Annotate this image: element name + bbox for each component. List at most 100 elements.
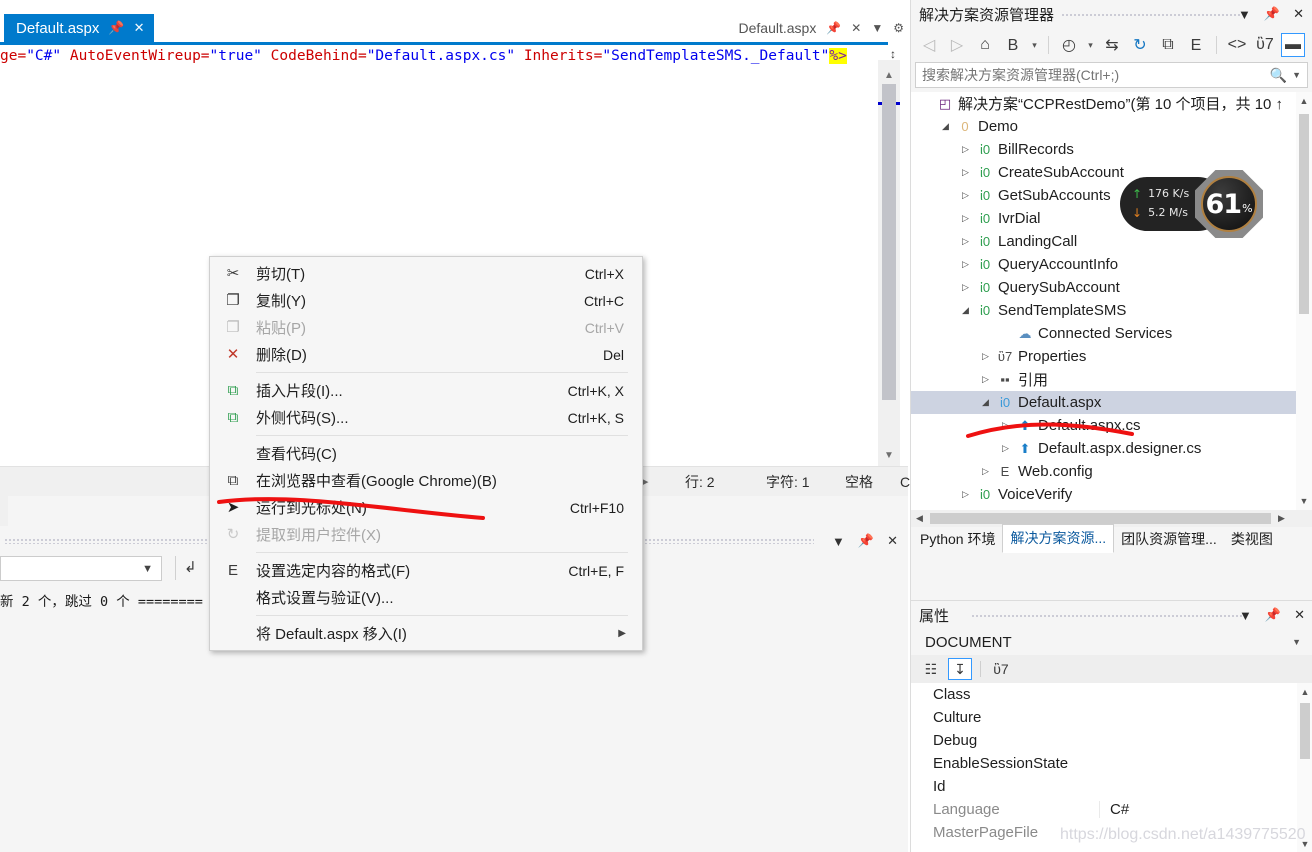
scroll-up-icon[interactable]: ▲ [878,66,900,84]
tree-item[interactable]: ◢ ὜0 Demo [911,115,1312,138]
properties-window-icon[interactable]: ▬ [1281,33,1305,57]
expander-expand-icon[interactable]: ▷ [977,466,994,477]
menu-item-delete-icon[interactable]: ✕ 删除(D) Del [210,341,642,368]
code-line[interactable]: ge="C#" AutoEventWireup="true" CodeBehin… [0,44,866,68]
expander-expand-icon[interactable]: ▷ [997,443,1014,454]
menu-item-surround-with-icon[interactable]: ⧉ 外侧代码(S)... Ctrl+K, S [210,404,642,431]
properties-wrench-icon[interactable]: ὒ7 [1253,33,1277,57]
expander-expand-icon[interactable]: ▷ [977,374,994,385]
tree-item[interactable]: ▷ ⬆ Default.aspx.designer.cs [911,437,1312,460]
close-icon[interactable]: ✕ [134,20,145,36]
scroll-down-icon[interactable]: ▼ [878,446,900,464]
chevron-down-icon[interactable]: ▼ [1238,7,1251,22]
expander-expand-icon[interactable]: ▷ [957,144,974,155]
show-all-files-icon[interactable]: ὜E [1184,33,1208,57]
tree-item[interactable]: ▷ ἱ0 QuerySubAccount [911,276,1312,299]
expander-collapse-icon[interactable]: ◢ [957,305,974,316]
tree-item[interactable]: ◰ 解决方案“CCPRestDemo”(第 10 个项目，共 10 ↑ [911,92,1312,115]
panel-grip[interactable] [1061,13,1242,18]
solution-explorer-toolbar[interactable]: ◁ ▷ ⌂ ὜B ▾ ◴ ▾ ⇆ ↻ ⧉ ὜E <> ὒ7 ▬ [911,28,1312,62]
pin-icon[interactable]: 📌 [1264,6,1280,22]
scroll-down-icon[interactable]: ▼ [1296,494,1312,508]
scroll-left-icon[interactable]: ◀ [911,513,928,524]
menu-item-plain[interactable]: 查看代码(C) [210,440,642,467]
tree-item[interactable]: ▷ ἱ0 QueryAccountInfo [911,253,1312,276]
expander-expand-icon[interactable]: ▷ [977,351,994,362]
scrollbar-thumb[interactable] [930,513,1271,524]
tree-item[interactable]: ▷ ἱ0 VoiceVerify [911,483,1312,506]
tree-item[interactable]: ▷ ὜E Web.config [911,460,1312,483]
pending-dropdown-caret[interactable]: ▾ [1085,40,1096,51]
scroll-up-icon[interactable]: ▲ [1296,94,1312,108]
property-row[interactable]: EnableSessionState [911,752,1312,775]
add-new-item-icon[interactable]: ὜B [1001,33,1025,57]
tree-vertical-scrollbar[interactable]: ▲ ▼ [1296,92,1312,510]
dock-tab-inactive[interactable]: 类视图 [1224,526,1280,553]
expander-expand-icon[interactable]: ▷ [957,489,974,500]
refresh-icon[interactable]: ↻ [1128,33,1152,57]
properties-toolbar[interactable]: ☷ ↧ ὒ7 [911,655,1312,683]
tree-item[interactable]: ▷ ἱ0 BillRecords [911,138,1312,161]
expander-expand-icon[interactable]: ▷ [957,213,974,224]
chevron-down-icon[interactable]: ▼ [1292,637,1301,647]
pin-icon[interactable]: 📌 [826,21,841,35]
expander-expand-icon[interactable]: ▷ [997,420,1014,431]
tree-item[interactable]: ▷ ⬆ Default.aspx.cs [911,414,1312,437]
scroll-up-icon[interactable]: ▲ [1297,685,1312,699]
chevron-down-icon[interactable]: ▼ [1239,608,1252,623]
editor-vertical-scrollbar[interactable]: ▲ ▼ [878,60,900,468]
chevron-down-icon[interactable]: ▼ [832,534,845,549]
menu-item-plain[interactable]: 将 Default.aspx 移入(I) ▶ [210,620,642,647]
search-input[interactable] [922,67,1270,83]
dock-tab-inactive[interactable]: Python 环境 [913,526,1002,553]
tree-item[interactable]: ◢ ἱ0 Default.aspx [911,391,1312,414]
collapse-all-icon[interactable]: ⧉ [1156,33,1180,57]
property-value[interactable]: C# [1099,801,1312,818]
document-tab-default-aspx[interactable]: Default.aspx 📌 ✕ [4,14,154,42]
property-pages-icon[interactable]: ὒ7 [989,658,1013,680]
close-icon[interactable]: ✕ [1293,6,1304,22]
pin-icon[interactable]: 📌 [108,20,124,36]
home-icon[interactable]: ⌂ [973,33,997,57]
categorized-icon[interactable]: ☷ [919,658,943,680]
sync-with-active-document-icon[interactable]: ⇆ [1100,33,1124,57]
tree-item[interactable]: ▷ ▪▪ 引用 [911,368,1312,391]
menu-item-plain[interactable]: 格式设置与验证(V)... [210,584,642,611]
chevron-down-icon[interactable]: ▼ [1292,70,1301,80]
close-icon[interactable]: ✕ [887,533,898,549]
search-icon[interactable]: 🔍 [1270,67,1287,84]
menu-item-copy-icon[interactable]: ❐ 复制(Y) Ctrl+C [210,287,642,314]
tree-item[interactable]: ◢὜0SDK [911,506,1312,510]
output-text-surface[interactable] [0,616,908,852]
editor-context-menu[interactable]: ✂ 剪切(T) Ctrl+X ❐ 复制(Y) Ctrl+C ❐ 粘贴(P) Ctrl+V ✕ 删除(… [209,256,643,651]
word-wrap-icon[interactable]: ↲ [184,558,197,576]
scrollbar-thumb[interactable] [882,84,896,400]
expander-expand-icon[interactable]: ▷ [957,282,974,293]
gear-icon[interactable]: ⚙ [893,21,904,35]
property-row[interactable]: Id [911,775,1312,798]
chevron-down-icon[interactable]: ▼ [871,21,883,35]
tree-item[interactable]: ◢ ἱ0 SendTemplateSMS [911,299,1312,322]
pin-icon[interactable]: 📌 [858,533,874,549]
dock-tab-active[interactable]: 解决方案资源... [1002,524,1114,553]
view-code-icon[interactable]: <> [1225,33,1249,57]
property-row[interactable]: Debug [911,729,1312,752]
menu-item-view-in-browser-icon[interactable]: ⧉ 在浏览器中查看(Google Chrome)(B) [210,467,642,494]
scrollbar-thumb[interactable] [1300,703,1310,759]
scrollbar-thumb[interactable] [1299,114,1309,314]
expander-expand-icon[interactable]: ▷ [957,259,974,270]
output-source-combo[interactable]: ▼ [0,556,162,581]
property-row[interactable]: Language C# [911,798,1312,821]
menu-item-cut-icon[interactable]: ✂ 剪切(T) Ctrl+X [210,260,642,287]
expander-expand-icon[interactable]: ▷ [957,167,974,178]
tree-item[interactable]: ☁ Connected Services [911,322,1312,345]
expander-collapse-icon[interactable]: ◢ [977,397,994,408]
pending-changes-icon[interactable]: ◴ [1057,33,1081,57]
menu-item-format-selection-icon[interactable]: ὜E 设置选定内容的格式(F) Ctrl+E, F [210,557,642,584]
scroll-right-icon[interactable]: ▶ [1273,513,1290,524]
solution-explorer-search[interactable]: 🔍 ▼ [915,62,1308,88]
system-monitor-widget[interactable]: ↑ 176 K/s ↓ 5.2 M/s 61 % [1120,165,1265,243]
panel-grip[interactable] [971,614,1243,619]
chevron-down-icon[interactable]: ▼ [142,563,153,575]
right-dock-tabstrip[interactable]: Python 环境 解决方案资源... 团队资源管理... 类视图 [911,527,1312,553]
